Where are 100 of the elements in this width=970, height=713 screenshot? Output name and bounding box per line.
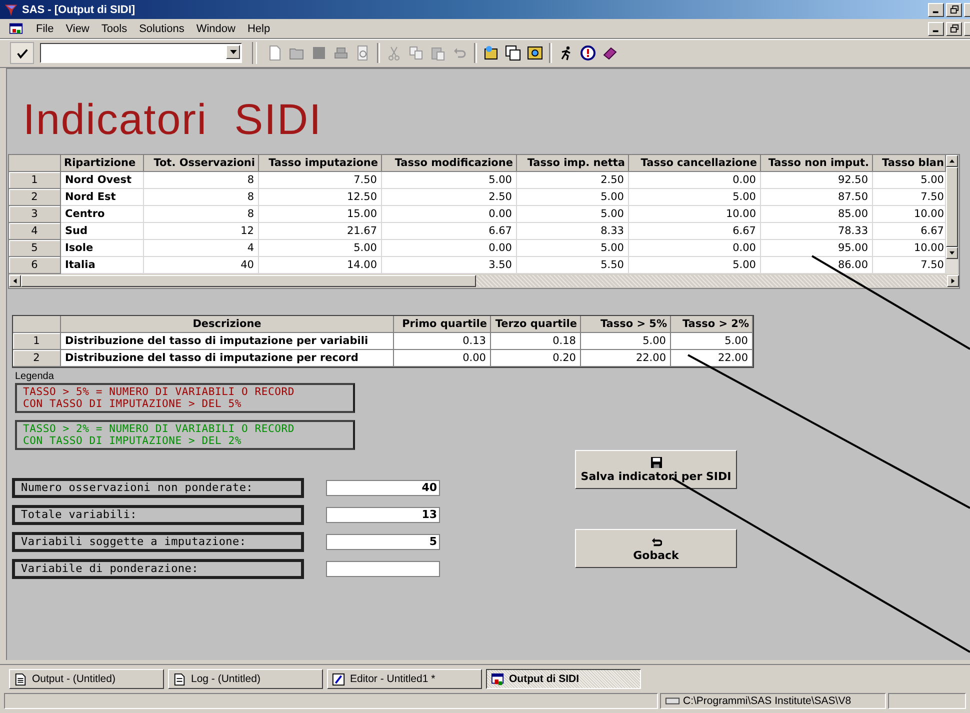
scroll-left-icon[interactable] xyxy=(9,275,21,287)
caret-icon xyxy=(230,50,236,54)
table-cell: Sud xyxy=(61,223,144,240)
row-number[interactable]: 1 xyxy=(13,333,61,350)
table-cell: 0.18 xyxy=(491,333,581,350)
restore-button[interactable] xyxy=(946,22,962,36)
menu-item[interactable]: Help xyxy=(241,22,276,34)
column-header[interactable]: Tasso non imput. xyxy=(761,155,873,172)
column-header[interactable]: Tasso modificazione xyxy=(382,155,517,172)
table-cell: 85.00 xyxy=(761,206,873,223)
table-cell: 6.67 xyxy=(629,223,761,240)
vertical-scrollbar[interactable] xyxy=(946,155,958,274)
legend-note: TASSO > 5% = NUMERO DI VARIABILI O RECORD CON TASSO DI IMPUTAZIONE > DEL 5% xyxy=(15,383,355,413)
column-header[interactable]: Descrizione xyxy=(61,316,394,333)
save-button[interactable]: Salva indicatori per SIDI xyxy=(575,450,737,489)
corner-header xyxy=(13,316,61,333)
table-cell: 12.50 xyxy=(259,189,382,206)
table-cell: 2.50 xyxy=(517,172,629,189)
field-label: Numero osservazioni non ponderate: xyxy=(12,478,304,498)
table-cell: 14.00 xyxy=(259,257,382,274)
page-title: Indicatori SIDI xyxy=(23,99,324,142)
window-title: SAS - [Output di SIDI] xyxy=(22,4,136,16)
column-header[interactable]: Tasso > 5% xyxy=(581,316,671,333)
table-cell: 6.67 xyxy=(382,223,517,240)
field-label: Totale variabili: xyxy=(12,505,304,525)
input-field[interactable] xyxy=(326,561,440,577)
column-header[interactable]: Tasso imp. netta xyxy=(517,155,629,172)
table-cell: 5.00 xyxy=(629,189,761,206)
submit-button[interactable] xyxy=(10,42,34,64)
row-number[interactable]: 5 xyxy=(9,240,61,257)
table-cell: 0.00 xyxy=(382,240,517,257)
close-button[interactable] xyxy=(964,2,970,16)
help-icon[interactable] xyxy=(580,45,596,61)
restore-button[interactable] xyxy=(946,2,962,16)
command-field[interactable] xyxy=(40,43,242,63)
table-cell: 15.00 xyxy=(259,206,382,223)
menu-item[interactable]: Solutions xyxy=(133,22,190,34)
table-cell: 21.67 xyxy=(259,223,382,240)
scroll-up-icon[interactable] xyxy=(946,155,958,167)
scroll-thumb[interactable] xyxy=(946,167,958,247)
table-cell: 8 xyxy=(144,172,259,189)
column-header[interactable]: Tasso > 2% xyxy=(671,316,753,333)
legend-note: TASSO > 2% = NUMERO DI VARIABILI O RECORD CON TASSO DI IMPUTAZIONE > DEL 2% xyxy=(15,420,355,450)
table-cell: 2.50 xyxy=(382,189,517,206)
scroll-right-icon[interactable] xyxy=(947,275,959,287)
menu-item[interactable]: Tools xyxy=(95,22,134,34)
menu-item[interactable]: View xyxy=(60,22,96,34)
column-header[interactable]: Ripartizione xyxy=(61,155,144,172)
table-cell: 22.00 xyxy=(671,350,753,367)
window-tab[interactable]: Output - (Untitled) xyxy=(9,669,164,689)
scroll-thumb[interactable] xyxy=(21,275,476,287)
column-header[interactable]: Terzo quartile xyxy=(491,316,581,333)
pen-icon xyxy=(332,672,345,686)
close-button[interactable] xyxy=(964,22,970,36)
table-cell: 0.00 xyxy=(629,172,761,189)
row-number[interactable]: 3 xyxy=(9,206,61,223)
table-cell: 5.00 xyxy=(629,257,761,274)
table-cell: 5.00 xyxy=(517,206,629,223)
table-cell: 0.00 xyxy=(629,240,761,257)
row-number[interactable]: 6 xyxy=(9,257,61,274)
scroll-down-icon[interactable] xyxy=(946,247,958,259)
back-button[interactable]: Goback xyxy=(575,529,737,568)
column-header[interactable]: Tot. Osservazioni xyxy=(144,155,259,172)
restore-icon xyxy=(950,24,958,33)
column-header[interactable]: Primo quartile xyxy=(394,316,491,333)
input-field[interactable]: 13 xyxy=(326,507,440,523)
status-path: C:\Programmi\SAS Institute\SAS\V8 xyxy=(683,695,852,707)
field-label: Variabili soggette a imputazione: xyxy=(12,532,304,552)
minimize-button[interactable] xyxy=(928,22,944,36)
row-number[interactable]: 2 xyxy=(9,189,61,206)
table-cell: 5.50 xyxy=(517,257,629,274)
menu-item[interactable]: Window xyxy=(190,22,242,34)
table-cell: 7.50 xyxy=(873,257,946,274)
input-field[interactable]: 40 xyxy=(326,480,440,496)
window-tab[interactable]: Log - (Untitled) xyxy=(168,669,323,689)
window-tab[interactable]: Editor - Untitled1 * xyxy=(327,669,482,689)
row-number[interactable]: 1 xyxy=(9,172,61,189)
window-tab[interactable]: Output di SIDI xyxy=(486,669,641,689)
row-number[interactable]: 2 xyxy=(13,350,61,367)
column-header[interactable]: Tasso blan xyxy=(873,155,946,172)
column-header[interactable]: Tasso cancellazione xyxy=(629,155,761,172)
table-cell: 6.67 xyxy=(873,223,946,240)
table-cell: 8.33 xyxy=(517,223,629,240)
table-cell: 5.00 xyxy=(259,240,382,257)
menu-item[interactable]: File xyxy=(30,22,60,34)
column-header[interactable]: Tasso imputazione xyxy=(259,155,382,172)
minimize-button[interactable] xyxy=(928,2,944,16)
new-file-icon[interactable] xyxy=(267,45,283,61)
horizontal-scrollbar[interactable] xyxy=(9,274,959,288)
table-cell: 8 xyxy=(144,206,259,223)
table-cell: 3.50 xyxy=(382,257,517,274)
table-cell: Isole xyxy=(61,240,144,257)
table-cell: 5.00 xyxy=(581,333,671,350)
table-cell: Nord Ovest xyxy=(61,172,144,189)
row-number[interactable]: 4 xyxy=(9,223,61,240)
input-field[interactable]: 5 xyxy=(326,534,440,550)
table-cell: 4 xyxy=(144,240,259,257)
dropdown-button[interactable] xyxy=(226,45,240,59)
table-cell: 0.20 xyxy=(491,350,581,367)
table-cell: Distribuzione del tasso di imputazione per variabili xyxy=(61,333,394,350)
